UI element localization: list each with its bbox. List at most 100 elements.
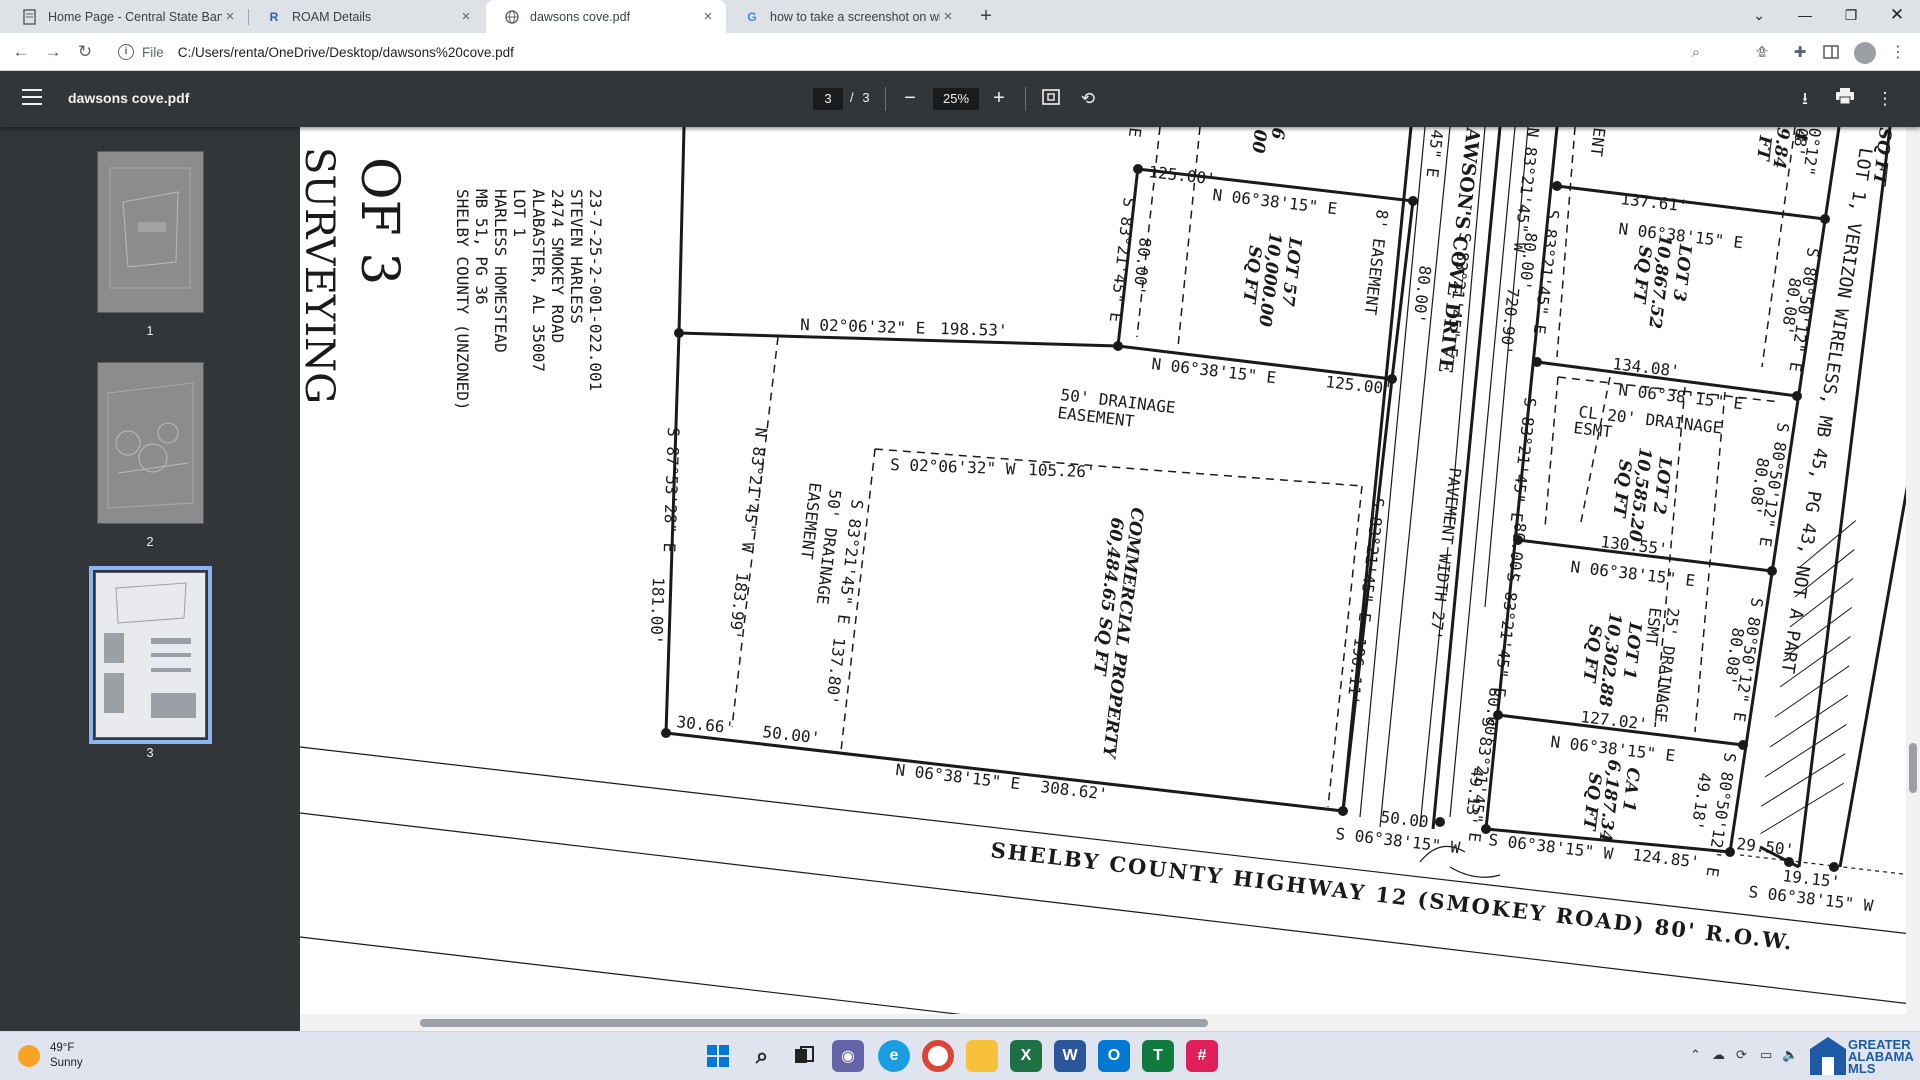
zoom-out-button[interactable]: − — [897, 86, 923, 112]
tab-dawsons-cove[interactable]: dawsons cove.pdf × — [486, 0, 726, 33]
page-number-input[interactable]: 3 — [813, 88, 843, 110]
pdf-toolbar: dawsons cove.pdf 3 / 3 − 25% + ⟲ ⭳ ⋮ — [0, 71, 1920, 127]
hamburger-menu-icon[interactable] — [22, 89, 42, 107]
globe-icon — [504, 9, 520, 25]
vertical-scrollbar[interactable] — [1906, 127, 1920, 1031]
new-tab-button[interactable]: + — [974, 5, 998, 29]
file-explorer-icon[interactable] — [966, 1040, 998, 1072]
more-menu-icon[interactable]: ⋮ — [1888, 43, 1908, 63]
svg-text:MB 51, PG 36: MB 51, PG 36 — [472, 189, 491, 305]
thumbnail-label-1: 1 — [146, 323, 154, 338]
app-icon[interactable]: T — [1142, 1040, 1174, 1072]
pdf-filename: dawsons cove.pdf — [68, 90, 190, 106]
rotate-icon[interactable]: ⟲ — [1076, 87, 1100, 111]
svg-text:105.26': 105.26' — [1028, 460, 1096, 481]
thumbnail-label-3: 3 — [146, 745, 154, 760]
outlook-icon[interactable]: O — [1098, 1040, 1130, 1072]
cloud-icon[interactable]: ☁ — [1712, 1047, 1725, 1063]
svg-text:SHELBY COUNTY (UNZONED): SHELBY COUNTY (UNZONED) — [453, 189, 472, 411]
download-icon[interactable]: ⭳ — [1793, 87, 1817, 111]
svg-text:ENT: ENT — [1587, 127, 1609, 158]
toolbar-divider — [885, 87, 886, 111]
plat-title-of: OF 3 — [349, 157, 409, 285]
svg-text:ALABASTER, AL 35007: ALABASTER, AL 35007 — [529, 189, 548, 372]
zoom-in-button[interactable]: + — [986, 86, 1012, 112]
excel-icon[interactable]: X — [1010, 1040, 1042, 1072]
pdf-document-area[interactable]: OF 3 SURVEYING 23-7-25-2-001-022.001 STE… — [300, 127, 1920, 1031]
logo-text-mls: MLS — [1848, 1061, 1876, 1076]
task-view-icon[interactable] — [788, 1040, 820, 1072]
svg-text:181.00': 181.00' — [647, 577, 668, 645]
svg-text:STEVEN HARLESS: STEVEN HARLESS — [567, 189, 586, 324]
svg-text:LOT 1: LOT 1 — [510, 189, 529, 237]
close-icon[interactable]: × — [700, 8, 716, 25]
close-icon[interactable]: × — [222, 8, 238, 25]
sync-icon[interactable]: ⟳ — [1736, 1047, 1747, 1063]
windows-start-icon[interactable] — [702, 1040, 734, 1072]
volume-icon[interactable]: 🔈 — [1782, 1047, 1798, 1063]
greater-alabama-mls-logo: GREATER ALABAMA MLS — [1806, 1035, 1920, 1080]
close-icon[interactable]: × — [940, 8, 956, 25]
side-panel-icon[interactable] — [1822, 43, 1842, 63]
search-icon[interactable]: ⌕ — [746, 1040, 778, 1072]
info-icon[interactable]: i — [118, 44, 134, 60]
maximize-button[interactable]: ❐ — [1828, 0, 1874, 33]
windows-taskbar: 49°F Sunny ⌕ ◉ e X W O T # ⌃ ☁ ⟳ ▭ 🔈 — [0, 1031, 1920, 1080]
address-bar[interactable]: i File C:/Users/renta/OneDrive/Desktop/d… — [108, 37, 1808, 67]
tab-roam-details[interactable]: R ROAM Details × — [248, 0, 484, 33]
tray-chevron-icon[interactable]: ⌃ — [1690, 1047, 1701, 1063]
horizontal-scroll-thumb[interactable] — [420, 1019, 1208, 1027]
horizontal-scrollbar[interactable] — [300, 1014, 1906, 1031]
monitor-icon[interactable]: ▭ — [1760, 1047, 1772, 1063]
svg-text:00: 00 — [1247, 128, 1270, 154]
extensions-icon[interactable]: ✚ — [1790, 43, 1810, 63]
page-separator: / — [850, 90, 854, 105]
chrome-icon[interactable] — [922, 1040, 954, 1072]
google-icon: G — [747, 9, 757, 24]
url-text: C:/Users/renta/OneDrive/Desktop/dawsons%… — [177, 44, 514, 60]
forward-button[interactable]: → — [40, 39, 66, 65]
teams-chat-icon[interactable]: ◉ — [832, 1040, 864, 1072]
roam-icon: R — [269, 9, 279, 24]
weather-temperature: 49°F — [50, 1042, 75, 1054]
weather-condition: Sunny — [50, 1057, 83, 1069]
minimize-button[interactable]: — — [1782, 0, 1828, 33]
toolbar-divider — [1025, 87, 1026, 111]
close-icon[interactable]: × — [458, 8, 474, 25]
thumbnail-page-3[interactable] — [89, 566, 212, 744]
thumbnail-sidebar: 1 2 3 — [0, 127, 300, 1031]
tab-central-state-bank[interactable]: Home Page - Central State Bank × — [4, 0, 248, 33]
pdf-more-icon[interactable]: ⋮ — [1873, 87, 1897, 111]
browser-toolbar: ← → ↻ i File C:/Users/renta/OneDrive/Des… — [0, 33, 1920, 71]
page-total: 3 — [862, 90, 870, 105]
thumbnail-page-1[interactable] — [97, 151, 204, 313]
svg-text:23-7-25-2-001-022.001: 23-7-25-2-001-022.001 — [586, 189, 605, 391]
profile-avatar-icon[interactable] — [1854, 42, 1876, 64]
svg-text:N 02°06'32" E: N 02°06'32" E — [800, 315, 926, 338]
zoom-input[interactable]: 25% — [933, 88, 979, 110]
svg-text:198.53': 198.53' — [940, 319, 1008, 340]
back-button[interactable]: ← — [8, 39, 34, 65]
weather-widget[interactable]: 49°F Sunny — [18, 1041, 83, 1071]
plat-title-surveying: SURVEYING — [300, 147, 342, 404]
print-icon[interactable] — [1833, 87, 1857, 111]
thumbnail-label-2: 2 — [146, 534, 154, 549]
thumbnail-page-2[interactable] — [97, 362, 204, 524]
tab-google-search[interactable]: G how to take a screenshot on win × — [726, 0, 966, 33]
sun-icon — [18, 1045, 40, 1067]
reload-button[interactable]: ↻ — [72, 39, 98, 65]
close-window-button[interactable]: ✕ — [1874, 0, 1920, 33]
vertical-scroll-thumb[interactable] — [1909, 743, 1917, 793]
zoom-icon[interactable]: ⌕ — [1686, 43, 1706, 63]
fit-page-icon[interactable] — [1039, 87, 1063, 111]
svg-text:HARLESS HOMESTEAD: HARLESS HOMESTEAD — [491, 189, 510, 353]
word-icon[interactable]: W — [1054, 1040, 1086, 1072]
svg-text:2474 SMOKEY ROAD: 2474 SMOKEY ROAD — [548, 189, 567, 343]
star-icon[interactable]: ☆ — [1752, 43, 1772, 63]
plat-drawing: OF 3 SURVEYING 23-7-25-2-001-022.001 STE… — [300, 127, 1920, 1031]
tab-search-chevron-icon[interactable]: ⌄ — [1736, 0, 1782, 33]
slack-icon[interactable]: # — [1186, 1040, 1218, 1072]
tab-strip: Home Page - Central State Bank × R ROAM … — [0, 0, 1920, 33]
edge-icon[interactable]: e — [878, 1040, 910, 1072]
document-icon — [22, 8, 38, 25]
